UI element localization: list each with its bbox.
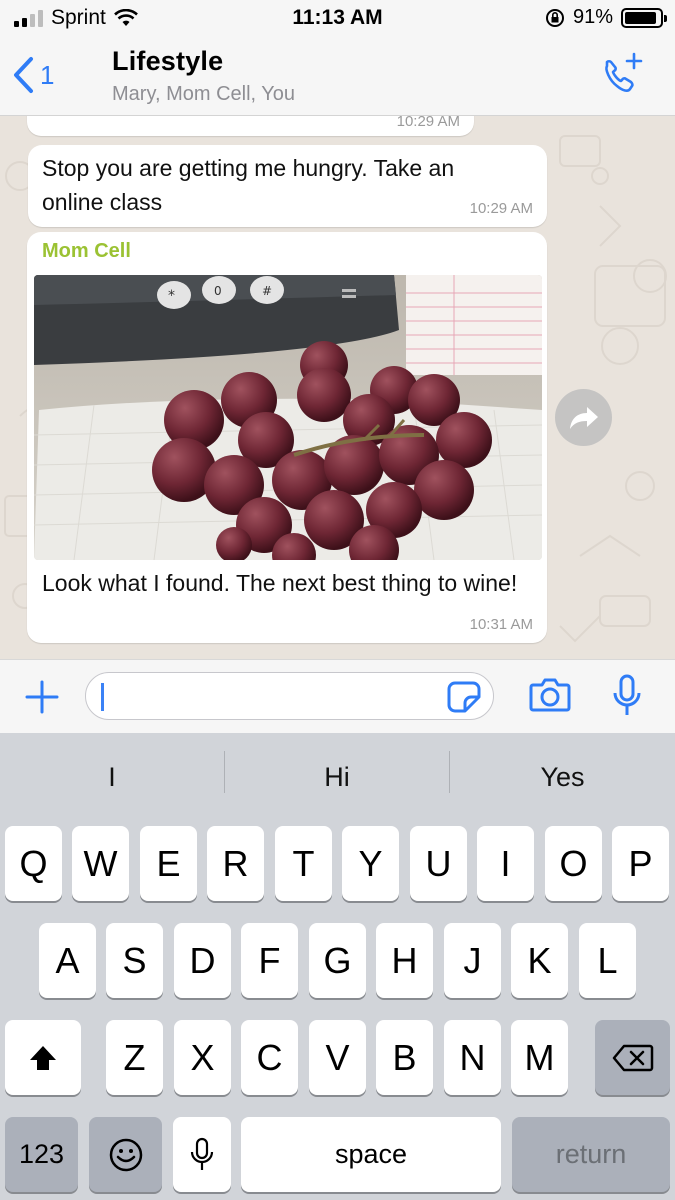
attach-button[interactable] — [24, 679, 60, 720]
image-message-bubble[interactable]: Mom Cell * 0 # Look what I found. The ne… — [27, 232, 547, 643]
chat-header: 1 Lifestyle Mary, Mom Cell, You — [0, 38, 675, 116]
numbers-key[interactable]: 123 — [5, 1117, 78, 1192]
key-v[interactable]: V — [309, 1020, 366, 1095]
key-b[interactable]: B — [376, 1020, 433, 1095]
shift-key[interactable] — [5, 1020, 81, 1095]
group-info[interactable]: Lifestyle Mary, Mom Cell, You — [112, 46, 295, 106]
key-o[interactable]: O — [545, 826, 602, 901]
delete-key[interactable] — [595, 1020, 670, 1095]
key-a[interactable]: A — [39, 923, 96, 998]
chat-title: Lifestyle — [112, 46, 224, 76]
key-n[interactable]: N — [444, 1020, 501, 1095]
chat-participants: Mary, Mom Cell, You — [112, 83, 296, 105]
rotation-lock-icon — [545, 8, 564, 27]
unread-count: 1 — [40, 59, 55, 90]
grapes-photo: * 0 # — [34, 275, 542, 560]
phone-plus-icon — [605, 52, 643, 92]
add-call-button[interactable] — [599, 52, 645, 101]
key-l[interactable]: L — [579, 923, 636, 998]
key-w[interactable]: W — [72, 826, 129, 901]
shift-arrow-icon — [30, 1045, 56, 1070]
suggestion-item[interactable]: Hi — [225, 733, 449, 821]
camera-button[interactable] — [529, 677, 571, 718]
key-y[interactable]: Y — [342, 826, 399, 901]
message-bubble[interactable]: 10:29 AM — [27, 116, 474, 136]
svg-text:0: 0 — [214, 284, 222, 298]
key-h[interactable]: H — [376, 923, 433, 998]
return-key[interactable]: return — [512, 1117, 670, 1192]
sticker-icon — [447, 681, 481, 713]
message-caption: Look what I found. The next best thing t… — [42, 570, 518, 596]
svg-text:*: * — [168, 288, 175, 304]
svg-text:#: # — [262, 284, 272, 298]
key-f[interactable]: F — [241, 923, 298, 998]
message-time: 10:31 AM — [469, 616, 533, 633]
emoji-key[interactable] — [89, 1117, 162, 1192]
suggestion-item[interactable]: Yes — [450, 733, 675, 821]
key-e[interactable]: E — [140, 826, 197, 901]
message-bubble[interactable]: Stop you are getting me hungry. Take an … — [28, 145, 547, 227]
microphone-icon — [190, 1137, 214, 1170]
sender-name: Mom Cell — [42, 240, 131, 262]
forward-button[interactable] — [555, 389, 612, 446]
key-m[interactable]: M — [511, 1020, 568, 1095]
key-r[interactable]: R — [207, 826, 264, 901]
space-key[interactable]: space — [241, 1117, 501, 1192]
key-u[interactable]: U — [410, 826, 467, 901]
plus-icon — [25, 680, 59, 714]
sticker-button[interactable] — [447, 681, 481, 718]
message-time: 10:29 AM — [469, 200, 533, 217]
message-text: Stop you are getting me hungry. Take an … — [42, 155, 455, 215]
message-list[interactable]: 10:29 AM Stop you are getting me hungry.… — [0, 116, 675, 659]
emoji-icon — [109, 1138, 142, 1171]
key-p[interactable]: P — [612, 826, 669, 901]
text-cursor — [101, 683, 104, 711]
battery-icon — [621, 7, 667, 28]
compose-bar — [0, 659, 675, 733]
backspace-icon — [612, 1044, 653, 1071]
key-z[interactable]: Z — [106, 1020, 163, 1095]
message-input[interactable] — [85, 672, 494, 720]
microphone-icon — [613, 674, 641, 715]
key-d[interactable]: D — [174, 923, 231, 998]
chevron-left-icon — [14, 57, 33, 93]
camera-icon — [529, 678, 571, 712]
key-k[interactable]: K — [511, 923, 568, 998]
keyboard: I Hi Yes Q W E R T Y U I O P A S D F G H… — [0, 733, 675, 1200]
key-q[interactable]: Q — [5, 826, 62, 901]
key-s[interactable]: S — [106, 923, 163, 998]
key-x[interactable]: X — [174, 1020, 231, 1095]
voice-message-button[interactable] — [612, 674, 642, 723]
suggestion-item[interactable]: I — [0, 733, 224, 821]
key-c[interactable]: C — [241, 1020, 298, 1095]
predictive-bar: I Hi Yes — [0, 733, 675, 821]
status-bar: Sprint 11:13 AM 91% — [0, 0, 675, 38]
back-button[interactable]: 1 — [12, 56, 54, 94]
battery-percent: 91% — [572, 6, 613, 28]
key-g[interactable]: G — [309, 923, 366, 998]
forward-arrow-icon — [569, 406, 598, 429]
message-time: 10:29 AM — [396, 116, 460, 130]
key-j[interactable]: J — [444, 923, 501, 998]
key-i[interactable]: I — [477, 826, 534, 901]
message-photo[interactable]: * 0 # — [34, 275, 542, 560]
dictation-key[interactable] — [173, 1117, 231, 1192]
key-t[interactable]: T — [275, 826, 332, 901]
